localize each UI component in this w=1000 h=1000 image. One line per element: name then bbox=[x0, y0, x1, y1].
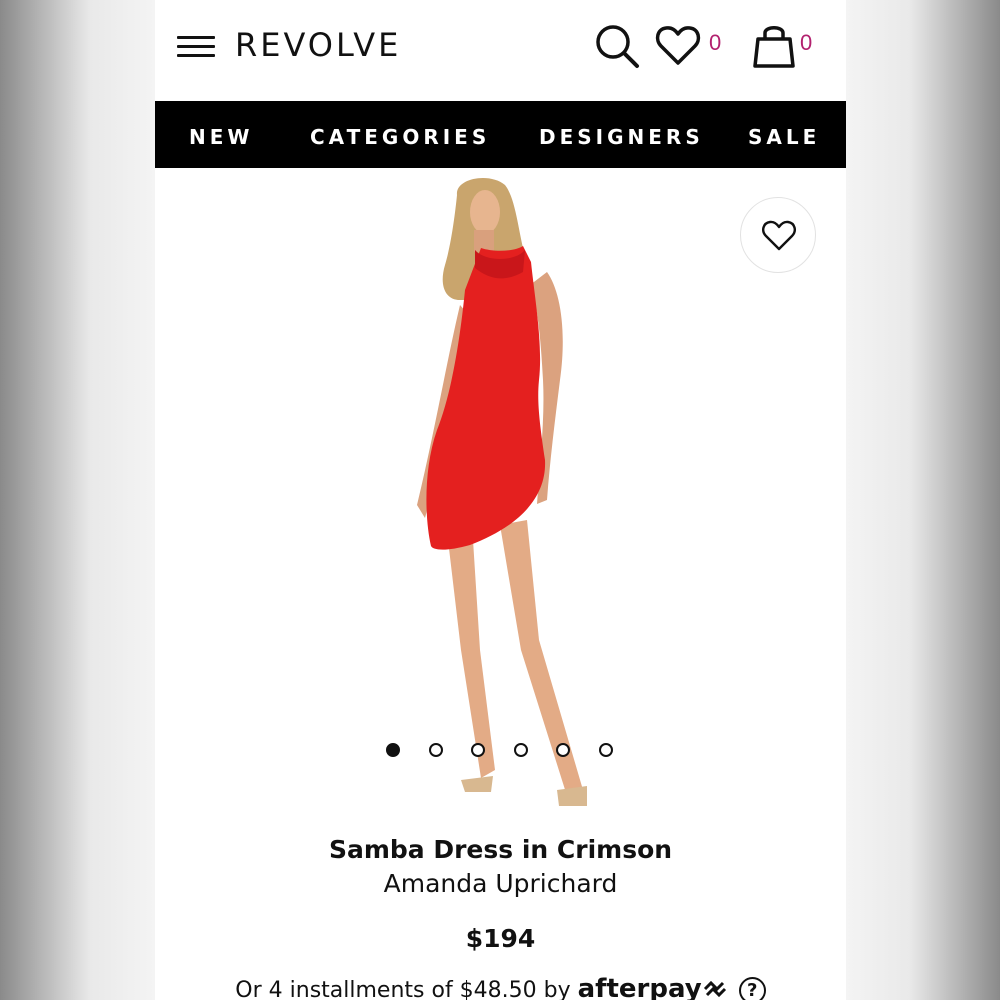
phone-screen: REVOLVE 0 0 NEW CATEGORIES DESIGNERS SAL… bbox=[155, 0, 846, 1000]
afterpay-logo: afterpay bbox=[577, 974, 702, 1000]
add-to-favorites-button[interactable] bbox=[740, 197, 816, 273]
wishlist-count: 0 bbox=[709, 30, 722, 55]
revolve-logo[interactable]: REVOLVE bbox=[235, 26, 401, 64]
search-icon[interactable] bbox=[593, 22, 641, 70]
installments-text: Or 4 installments of $48.50 by bbox=[235, 978, 571, 1000]
nav-designers[interactable]: DESIGNERS bbox=[539, 125, 704, 149]
header: REVOLVE 0 0 bbox=[155, 0, 846, 101]
product-price: $194 bbox=[465, 924, 536, 953]
carousel-dot-2[interactable] bbox=[429, 743, 443, 757]
nav-new[interactable]: NEW bbox=[189, 125, 253, 149]
category-nav: NEW CATEGORIES DESIGNERS SALE bbox=[155, 101, 846, 168]
carousel-dot-4[interactable] bbox=[514, 743, 528, 757]
hamburger-menu-icon[interactable] bbox=[177, 36, 215, 60]
product-title: Samba Dress in Crimson bbox=[328, 835, 673, 864]
shopping-bag-icon[interactable] bbox=[751, 20, 797, 70]
carousel-dot-3[interactable] bbox=[471, 743, 485, 757]
bag-count: 0 bbox=[800, 30, 813, 55]
afterpay-arrows-icon bbox=[703, 980, 726, 998]
heart-outline-icon bbox=[762, 220, 796, 251]
carousel-dot-6[interactable] bbox=[599, 743, 613, 757]
carousel-dot-1[interactable] bbox=[386, 743, 400, 757]
nav-sale[interactable]: SALE bbox=[748, 125, 820, 149]
product-designer-link[interactable]: Amanda Uprichard bbox=[155, 869, 846, 898]
afterpay-help-icon[interactable]: ? bbox=[738, 977, 766, 1000]
product-image[interactable] bbox=[155, 168, 846, 823]
image-carousel-dots bbox=[386, 743, 616, 759]
afterpay-installments: Or 4 installments of $48.50 by afterpay … bbox=[155, 974, 846, 1000]
nav-categories[interactable]: CATEGORIES bbox=[310, 125, 490, 149]
wishlist-heart-icon[interactable] bbox=[655, 24, 701, 66]
carousel-dot-5[interactable] bbox=[556, 743, 570, 757]
